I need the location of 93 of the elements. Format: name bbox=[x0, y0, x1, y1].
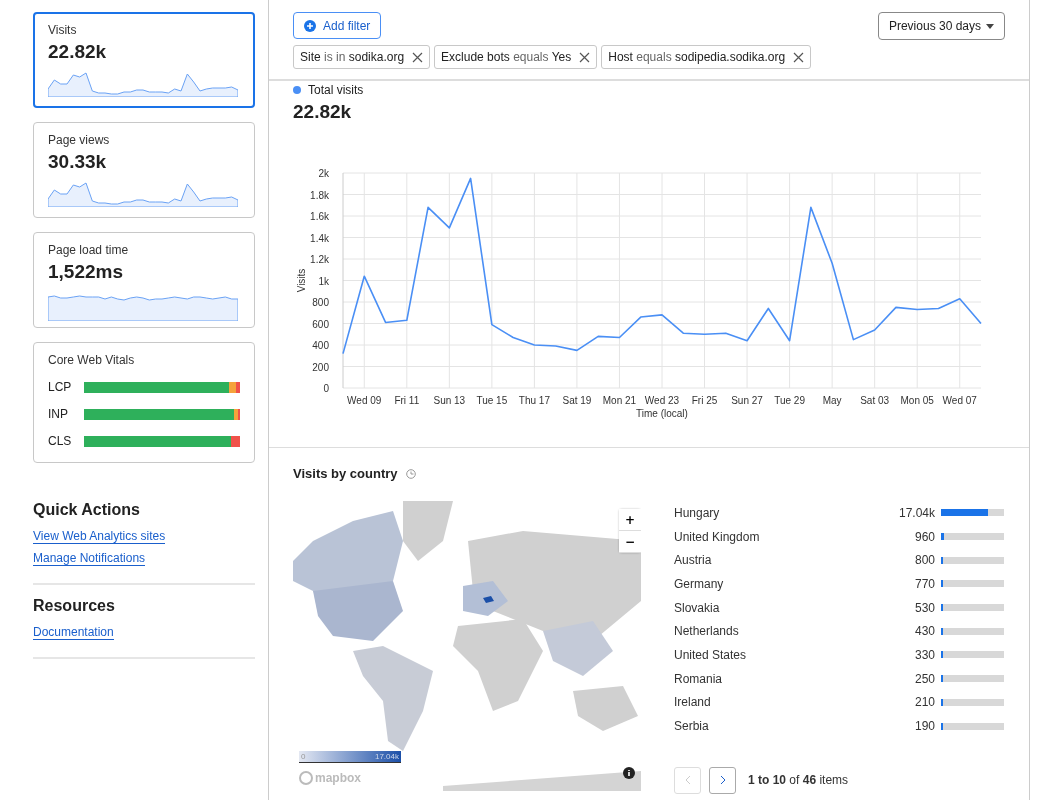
axis-tick-label: Wed 07 bbox=[942, 395, 977, 406]
country-name: Serbia bbox=[674, 719, 710, 734]
clock-icon bbox=[405, 468, 416, 479]
country-name: Ireland bbox=[674, 695, 712, 710]
legend-min: 0 bbox=[301, 752, 306, 761]
plus-circle-icon bbox=[304, 19, 316, 32]
axis-tick-label: 1.2k bbox=[310, 254, 329, 265]
metric-card[interactable]: Page load time 1,522ms bbox=[33, 232, 255, 328]
country-visits: 530 bbox=[913, 600, 935, 615]
caret-icon bbox=[986, 23, 994, 29]
country-visits: 190 bbox=[913, 719, 935, 734]
metric-value: 1,522ms bbox=[48, 261, 124, 283]
zoom-in-button[interactable]: + bbox=[619, 509, 641, 531]
filter-text: Host equals sodipedia.sodika.org bbox=[608, 50, 786, 64]
axis-tick-label: 1.4k bbox=[310, 232, 329, 244]
axis-tick-label: Fri 25 bbox=[691, 395, 718, 406]
axis-tick-label: Mon 05 bbox=[900, 395, 934, 406]
vital-name: INP bbox=[48, 407, 69, 421]
axis-tick-label: Sun 27 bbox=[731, 395, 763, 406]
country-visits: 430 bbox=[913, 624, 935, 639]
close-icon[interactable] bbox=[579, 51, 591, 63]
axis-tick-label: Wed 23 bbox=[644, 395, 680, 406]
country-visits: 17.04k bbox=[897, 505, 935, 520]
metric-card[interactable]: Page views 30.33k bbox=[33, 122, 255, 218]
axis-tick-label: Sun 13 bbox=[433, 395, 466, 406]
axis-tick-label: Tue 29 bbox=[774, 395, 805, 406]
legend-max: 17.04k bbox=[374, 752, 399, 761]
country-name: Romania bbox=[674, 671, 724, 686]
axis-tick-label: 1.6k bbox=[310, 211, 329, 222]
country-visits: 770 bbox=[913, 576, 935, 591]
country-visits: 250 bbox=[913, 671, 935, 686]
zoom-out-button[interactable]: − bbox=[619, 531, 641, 553]
metric-label: Visits bbox=[48, 23, 78, 37]
country-name: United States bbox=[674, 647, 748, 662]
axis-tick-label: 0 bbox=[323, 383, 329, 394]
metric-label: Page views bbox=[48, 133, 111, 147]
filter-chip[interactable]: Host equals sodipedia.sodika.org bbox=[601, 45, 812, 69]
section-title: Visits by country bbox=[293, 466, 398, 481]
country-name: Austria bbox=[674, 553, 713, 568]
country-name: Germany bbox=[674, 576, 725, 591]
metric-label: Page load time bbox=[48, 243, 130, 257]
axis-tick-label: Sat 03 bbox=[860, 395, 890, 406]
metric-value: 22.82k bbox=[48, 41, 108, 63]
map-logo: mapbox bbox=[315, 771, 361, 785]
logo-icon bbox=[299, 771, 313, 785]
close-icon[interactable] bbox=[793, 51, 805, 63]
axis-tick-label: 600 bbox=[312, 318, 329, 330]
axis-tick-label: Fri 11 bbox=[394, 395, 420, 406]
vital-name: CLS bbox=[48, 434, 73, 448]
sidebar-link[interactable]: View Web Analytics sites bbox=[33, 529, 166, 544]
axis-title: Visits bbox=[296, 268, 307, 293]
section-title: Quick Actions bbox=[33, 501, 141, 519]
axis-tick-label: Thu 17 bbox=[518, 395, 550, 406]
sidebar-link[interactable]: Documentation bbox=[33, 625, 114, 640]
total-visits-value: 22.82k bbox=[293, 101, 353, 123]
add-filter-button[interactable]: Add filter bbox=[293, 12, 382, 39]
axis-title: Time (local) bbox=[636, 408, 688, 419]
axis-tick-label: 2k bbox=[318, 168, 329, 179]
info-icon[interactable] bbox=[623, 767, 635, 779]
vital-name: LCP bbox=[48, 380, 73, 394]
axis-tick-label: Sat 19 bbox=[562, 395, 592, 406]
filter-chip[interactable]: Site is in sodika.org bbox=[293, 45, 431, 69]
axis-tick-label: 800 bbox=[312, 297, 329, 308]
axis-tick-label: May bbox=[822, 395, 842, 406]
section-title: Resources bbox=[33, 597, 116, 615]
legend-label: Total visits bbox=[308, 83, 364, 97]
axis-tick-label: Tue 15 bbox=[476, 395, 508, 406]
country-visits: 210 bbox=[913, 695, 935, 710]
filter-text: Site is in sodika.org bbox=[300, 50, 405, 64]
country-visits: 800 bbox=[913, 553, 935, 568]
web-vitals-title: Core Web Vitals bbox=[48, 353, 136, 367]
axis-tick-label: 1.8k bbox=[310, 189, 329, 201]
country-visits: 330 bbox=[913, 647, 935, 662]
metric-value: 30.33k bbox=[48, 151, 108, 173]
axis-tick-label: 200 bbox=[312, 361, 329, 373]
country-name: Hungary bbox=[674, 505, 721, 520]
close-icon[interactable] bbox=[412, 51, 424, 63]
country-name: Slovakia bbox=[674, 600, 721, 615]
axis-tick-label: Mon 21 bbox=[602, 395, 637, 406]
country-name: United Kingdom bbox=[674, 529, 761, 544]
axis-tick-label: 1k bbox=[318, 275, 329, 287]
country-visits: 960 bbox=[913, 529, 935, 544]
filter-text: Exclude bots equals Yes bbox=[441, 50, 572, 64]
country-name: Netherlands bbox=[674, 624, 740, 639]
date-range-dropdown[interactable]: Previous 30 days bbox=[877, 12, 1005, 40]
axis-tick-label: 400 bbox=[312, 340, 329, 351]
chevron-right-icon bbox=[719, 775, 726, 786]
filter-chip[interactable]: Exclude bots equals Yes bbox=[434, 45, 598, 69]
sidebar-link[interactable]: Manage Notifications bbox=[33, 551, 146, 566]
metric-card[interactable]: Visits 22.82k bbox=[33, 12, 255, 108]
pagination-summary: 1 to 10 of 46 items bbox=[748, 773, 849, 788]
chevron-left-icon bbox=[684, 775, 691, 786]
axis-tick-label: Wed 09 bbox=[347, 395, 382, 406]
